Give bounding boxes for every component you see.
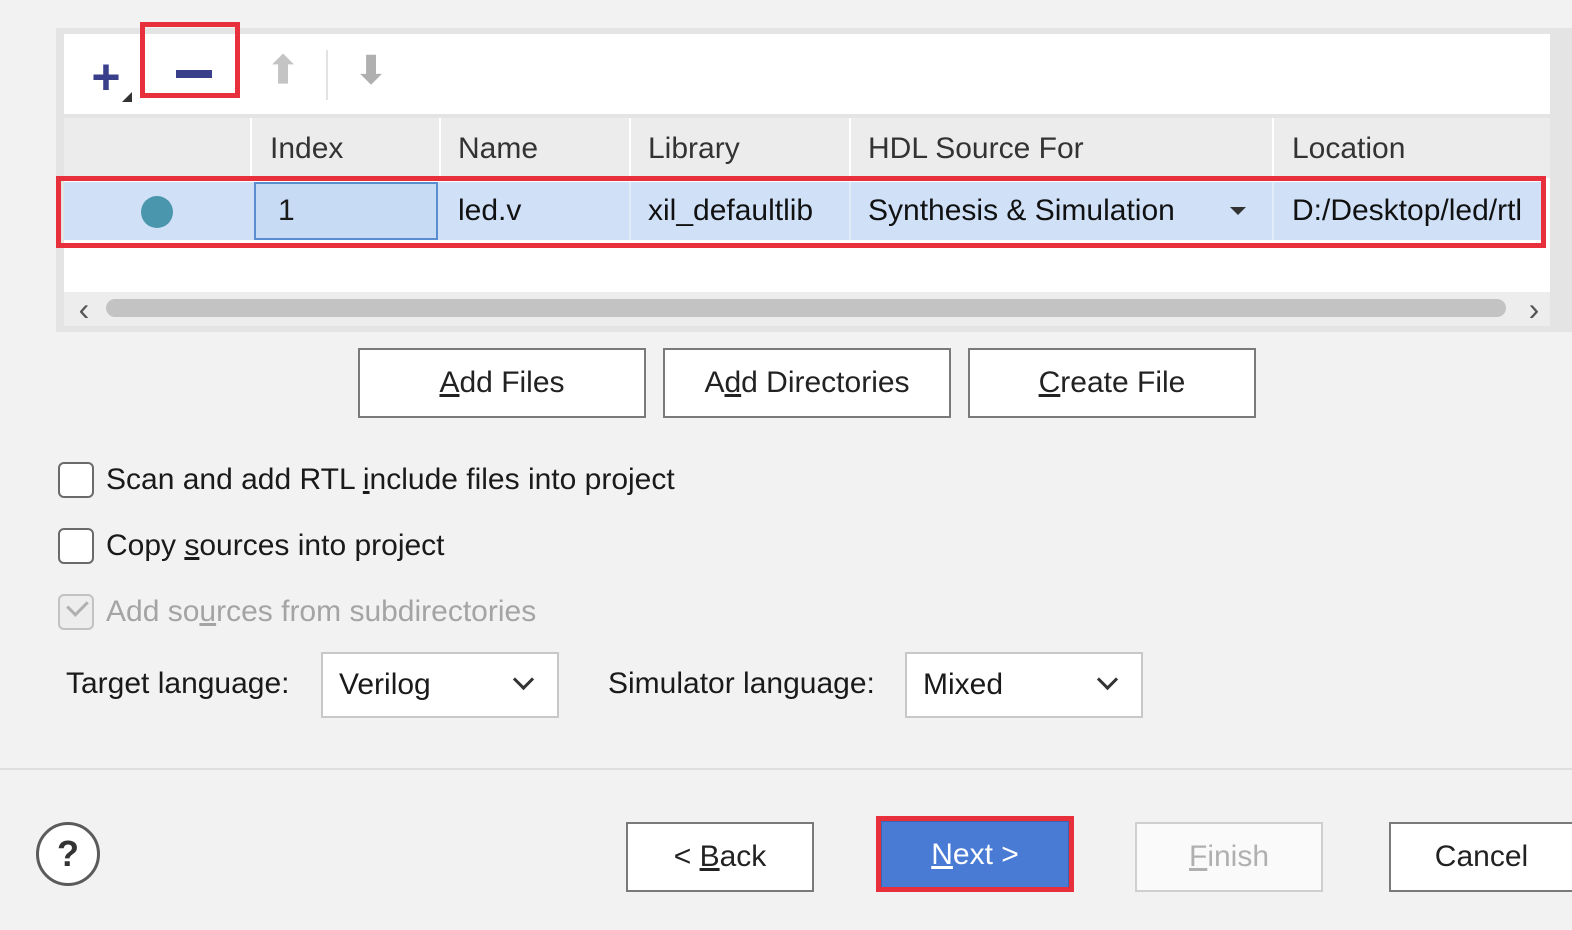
mnemonic-key: N [931, 838, 953, 871]
cancel-button[interactable]: Cancel [1389, 822, 1572, 892]
mnemonic-pre: Scan and add RTL [106, 463, 363, 496]
move-down-icon: ⬇ [355, 50, 387, 92]
simulator-language-label: Simulator language: [608, 667, 875, 700]
mnemonic-post: ources into project [199, 529, 445, 562]
mnemonic-pre: Add so [106, 595, 200, 628]
column-divider [849, 182, 851, 240]
column-header-index[interactable]: Index [252, 118, 440, 178]
column-header-hdl-source-for[interactable]: HDL Source For [850, 118, 1274, 178]
scroll-right-icon[interactable]: › [1522, 291, 1546, 328]
target-language-value: Verilog [339, 668, 431, 701]
scan-rtl-include-label[interactable]: Scan and add RTL include files into proj… [106, 460, 675, 500]
add-files-button[interactable]: Add Files [358, 348, 646, 418]
column-divider [439, 118, 441, 178]
help-icon[interactable]: ? [36, 822, 100, 886]
divider [0, 768, 1572, 770]
add-subdirectories-checkbox [58, 594, 94, 630]
copy-sources-checkbox[interactable] [58, 528, 94, 564]
mnemonic-pre: Copy [106, 529, 185, 562]
add-directories-button[interactable]: Add Directories [663, 348, 951, 418]
mnemonic-key: s [184, 529, 200, 562]
mnemonic-key: i [362, 463, 370, 496]
mnemonic-key: A [439, 366, 460, 399]
back-button[interactable]: < Back [626, 822, 814, 892]
toolbar-separator [326, 50, 328, 100]
chevron-down-icon [512, 668, 535, 691]
scan-rtl-include-checkbox[interactable] [58, 462, 94, 498]
mnemonic-key: F [1188, 840, 1208, 873]
mnemonic-post: d Directories [741, 366, 910, 399]
mnemonic-post: ack [719, 840, 767, 873]
create-file-button[interactable]: Create File [968, 348, 1256, 418]
row-location-cell[interactable]: D:/Desktop/led/rtl [1274, 182, 1540, 240]
checkmark-icon [66, 594, 89, 617]
target-language-label: Target language: [66, 667, 290, 700]
mnemonic-key: B [699, 840, 720, 873]
scroll-left-icon[interactable]: ‹ [72, 291, 96, 328]
next-button[interactable]: Next > [880, 820, 1070, 890]
move-up-icon: ⬆ [267, 50, 299, 92]
column-divider [629, 118, 631, 178]
mnemonic-pre: A [704, 366, 725, 399]
column-header-status [64, 118, 250, 178]
mnemonic-post: rces from subdirectories [216, 595, 537, 628]
row-library-cell[interactable]: xil_defaultlib [630, 182, 850, 240]
simulator-language-value: Mixed [923, 668, 1004, 701]
row-hdl-source-for-cell[interactable]: Synthesis & Simulation [850, 182, 1210, 240]
target-language-select[interactable]: Verilog [321, 652, 559, 718]
mnemonic-post: nclude files into project [369, 463, 675, 496]
mnemonic-key: C [1038, 366, 1061, 399]
column-divider [250, 118, 252, 178]
hdl-source-dropdown-icon[interactable] [1230, 207, 1246, 215]
row-name-cell[interactable]: led.v [440, 182, 630, 240]
row-index-cell[interactable]: 1 [254, 182, 438, 240]
copy-sources-label[interactable]: Copy sources into project [106, 526, 445, 566]
mnemonic-key: d [724, 366, 742, 399]
mnemonic-post: reate File [1060, 366, 1186, 399]
column-header-library[interactable]: Library [630, 118, 850, 178]
column-divider [1272, 118, 1274, 178]
scrollbar-thumb[interactable] [106, 299, 1506, 317]
column-divider [849, 118, 851, 178]
add-dropdown-indicator-icon [122, 92, 132, 102]
finish-button: Finish [1135, 822, 1323, 892]
chevron-down-icon [1096, 668, 1119, 691]
add-subdirectories-label: Add sources from subdirectories [106, 592, 536, 632]
remove-icon[interactable] [176, 70, 212, 78]
column-header-name[interactable]: Name [440, 118, 630, 178]
simulator-language-select[interactable]: Mixed [905, 652, 1143, 718]
add-icon[interactable]: + [86, 52, 126, 102]
mnemonic-post: inish [1207, 840, 1270, 873]
mnemonic-post: dd Files [459, 366, 565, 399]
mnemonic-pre: < [673, 840, 700, 873]
mnemonic-key: u [199, 595, 217, 628]
column-divider [1272, 182, 1274, 240]
mnemonic-post: ext > [952, 838, 1019, 871]
column-divider [629, 182, 631, 240]
file-status-dot-icon [141, 196, 173, 228]
column-header-location[interactable]: Location [1274, 118, 1550, 178]
